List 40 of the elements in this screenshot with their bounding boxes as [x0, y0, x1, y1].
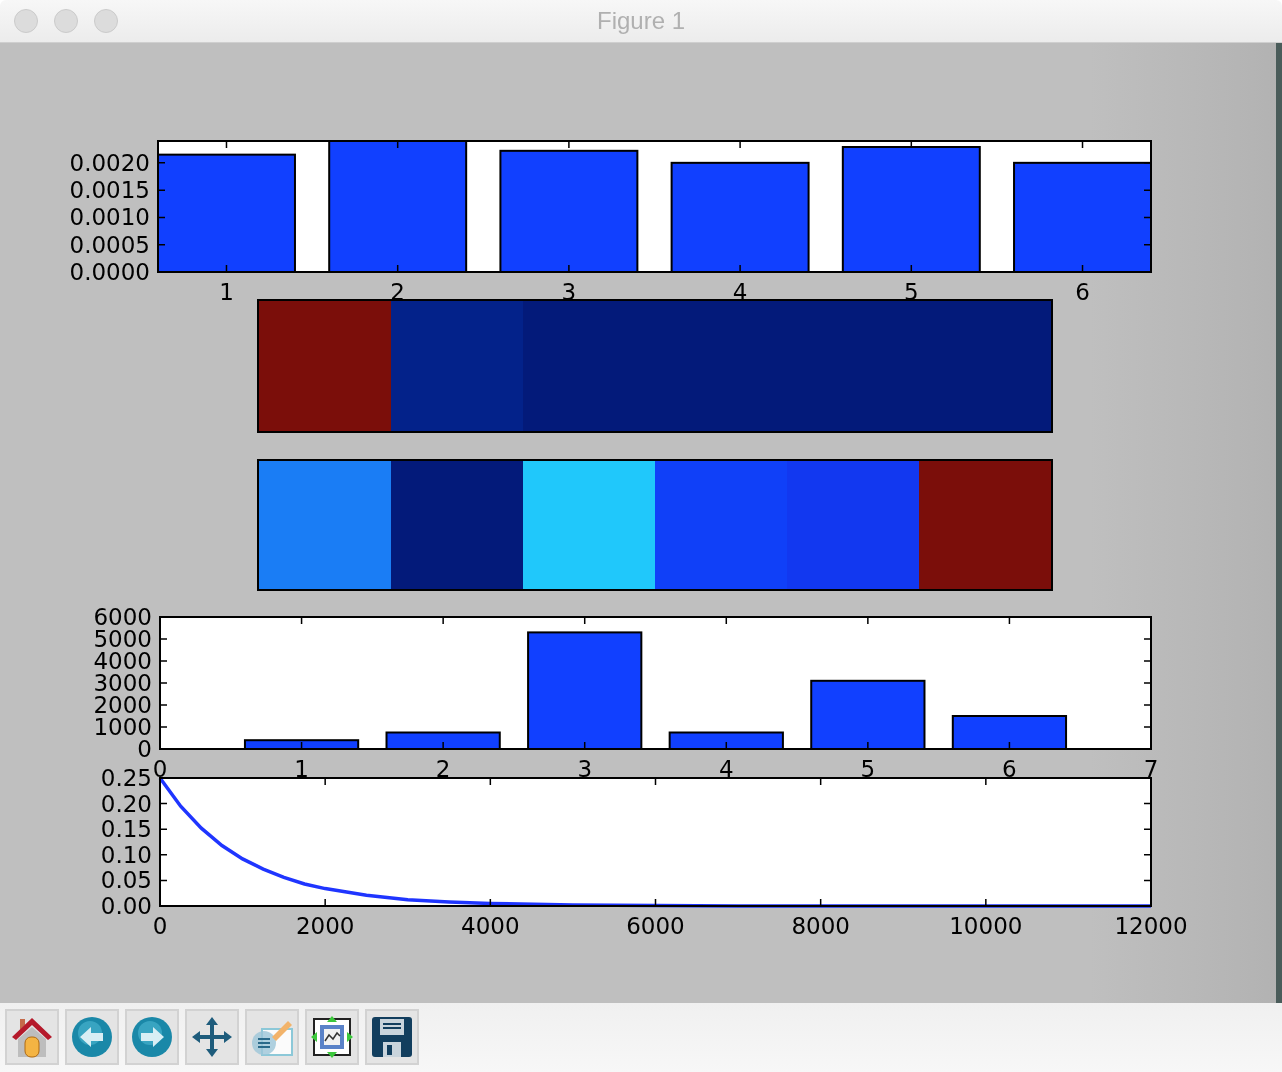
- tick-label: 3: [577, 756, 593, 782]
- home-icon: [10, 1015, 54, 1059]
- edit-button[interactable]: [245, 1009, 299, 1065]
- tick-label: 0.0020: [69, 149, 150, 176]
- home-button[interactable]: [5, 1009, 59, 1065]
- pan-button[interactable]: [185, 1009, 239, 1065]
- tick-label: 0.0010: [69, 204, 150, 231]
- tick-label: 0: [152, 913, 168, 939]
- tick-label: 0.20: [100, 790, 152, 817]
- tick-label: 2000: [295, 913, 355, 939]
- subplots-icon: [310, 1015, 354, 1059]
- save-button[interactable]: [365, 1009, 419, 1065]
- tick-label: 4000: [461, 913, 520, 939]
- tick-label: 0.00: [100, 893, 152, 919]
- move-icon: [190, 1015, 234, 1059]
- window-title: Figure 1: [596, 7, 685, 34]
- tick-label: 6000: [626, 913, 685, 939]
- tick-label: 6: [1075, 279, 1090, 305]
- tick-label: 10000: [949, 913, 1023, 939]
- tick-label: 2: [435, 756, 451, 782]
- tick-label: 5: [860, 756, 876, 782]
- tick-label: 0: [152, 756, 168, 782]
- tick-label: 0.05: [100, 867, 152, 894]
- tick-label: 12000: [1114, 913, 1188, 939]
- tick-label: 4: [732, 279, 748, 305]
- subplots-button[interactable]: [305, 1009, 359, 1065]
- tick-label: 0.0015: [69, 177, 150, 204]
- back-button[interactable]: [65, 1009, 119, 1065]
- tick-label: 0.25: [100, 765, 152, 791]
- tick-label: 0.10: [100, 841, 152, 868]
- tick-label: 0.0000: [69, 259, 150, 285]
- tick-label: 1: [219, 279, 234, 305]
- tick-label: 6: [1002, 756, 1017, 782]
- tick-label: 8000: [791, 913, 850, 939]
- tick-label: 4: [718, 756, 734, 782]
- tick-label: 0.15: [100, 816, 152, 843]
- tick-label: 7: [1143, 756, 1159, 782]
- tick-label: 0.0005: [69, 231, 150, 258]
- forward-button[interactable]: [125, 1009, 179, 1065]
- tick-label: 1: [294, 756, 309, 782]
